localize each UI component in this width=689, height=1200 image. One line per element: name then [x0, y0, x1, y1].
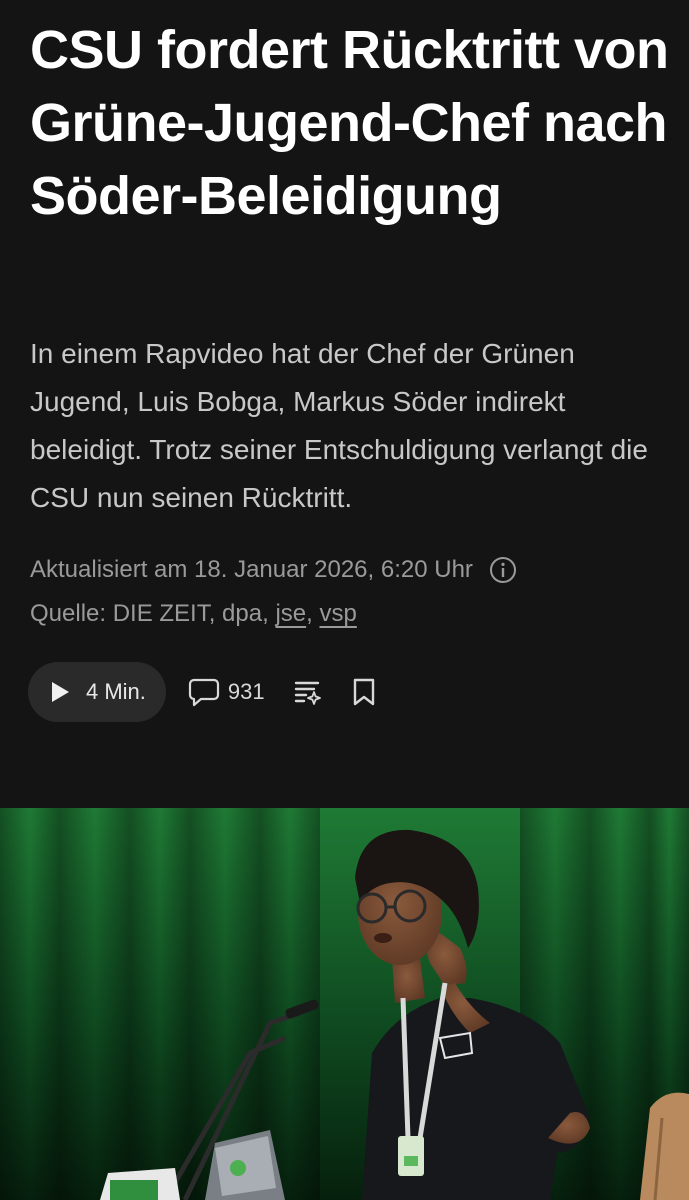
article-headline: CSU fordert Rücktritt von Grüne-Jugend-C… — [30, 20, 669, 226]
ai-summary-icon — [294, 681, 321, 705]
source-prefix: Quelle: DIE ZEIT, dpa, — [30, 600, 276, 627]
author-separator: , — [306, 600, 320, 627]
article-updated: Aktualisiert am 18. Januar 2026, 6:20 Uh… — [30, 552, 517, 588]
author-link-jse[interactable]: jse — [275, 600, 306, 627]
info-icon[interactable] — [489, 556, 517, 584]
author-link-vsp[interactable]: vsp — [319, 600, 356, 627]
listen-button[interactable]: 4 Min. — [28, 662, 166, 722]
article-source: Quelle: DIE ZEIT, dpa, jse, vsp — [30, 596, 357, 632]
article-actions: 4 Min. 931 — [28, 662, 377, 722]
comment-bubble-icon — [188, 678, 220, 707]
comments-button[interactable]: 931 — [188, 677, 265, 707]
article-header: CSU fordert Rücktritt von Grüne-Jugend-C… — [0, 0, 689, 808]
comment-count: 931 — [227, 679, 265, 704]
article-photo[interactable] — [0, 808, 689, 1200]
bookmark-button[interactable] — [351, 677, 377, 707]
photo-speaker-at-podium — [0, 808, 689, 1200]
article-lede: In einem Rapvideo hat der Chef der Grüne… — [30, 338, 648, 513]
listen-duration: 4 Min. — [86, 679, 146, 704]
summary-button[interactable] — [293, 677, 323, 707]
play-icon — [52, 682, 69, 702]
updated-text: Aktualisiert am 18. Januar 2026, 6:20 Uh… — [30, 556, 473, 583]
bookmark-icon — [353, 678, 374, 706]
